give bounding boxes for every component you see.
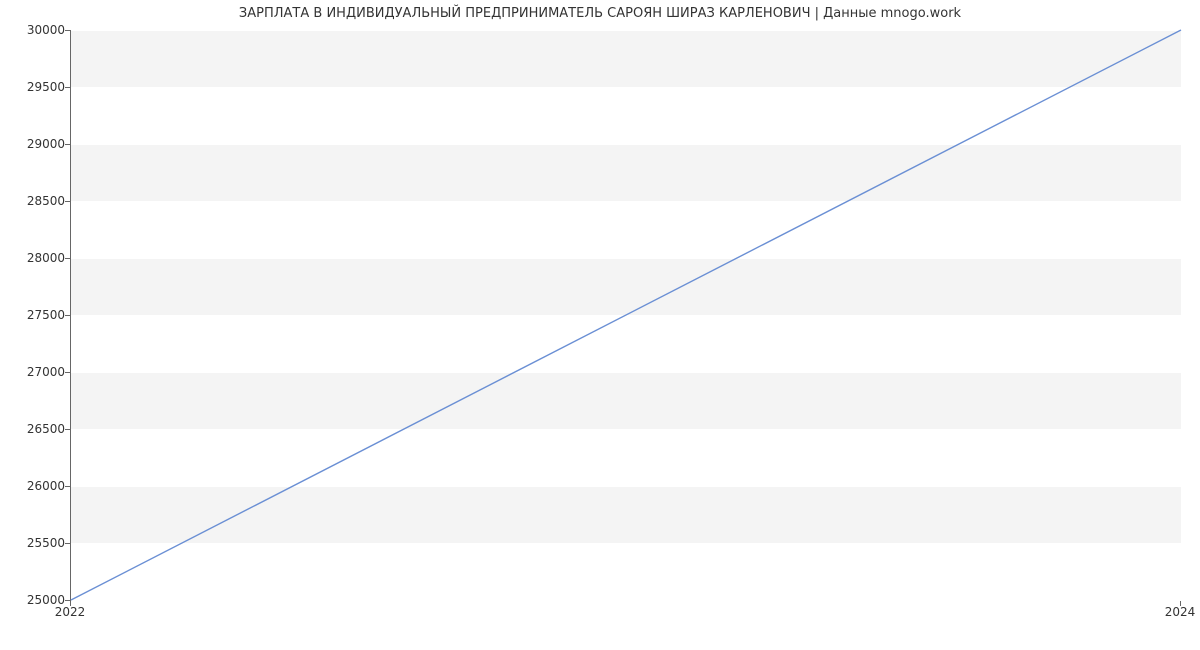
y-tick-label: 29000 xyxy=(5,137,65,151)
y-tick-mark xyxy=(65,258,70,259)
y-tick-label: 28000 xyxy=(5,251,65,265)
salary-line-chart: ЗАРПЛАТА В ИНДИВИДУАЛЬНЫЙ ПРЕДПРИНИМАТЕЛ… xyxy=(0,0,1200,650)
y-tick-mark xyxy=(65,543,70,544)
y-tick-mark xyxy=(65,144,70,145)
chart-line-layer xyxy=(71,30,1181,600)
y-tick-label: 27000 xyxy=(5,365,65,379)
y-tick-mark xyxy=(65,30,70,31)
y-tick-label: 26000 xyxy=(5,479,65,493)
chart-title: ЗАРПЛАТА В ИНДИВИДУАЛЬНЫЙ ПРЕДПРИНИМАТЕЛ… xyxy=(0,6,1200,21)
y-tick-label: 28500 xyxy=(5,194,65,208)
y-tick-label: 26500 xyxy=(5,422,65,436)
y-tick-label: 29500 xyxy=(5,80,65,94)
series-line xyxy=(71,30,1181,600)
y-tick-label: 25500 xyxy=(5,536,65,550)
y-tick-mark xyxy=(65,201,70,202)
y-tick-label: 30000 xyxy=(5,23,65,37)
y-tick-mark xyxy=(65,429,70,430)
x-tick-mark xyxy=(1180,601,1181,606)
x-tick-label: 2022 xyxy=(55,605,86,619)
plot-area xyxy=(70,30,1181,601)
y-tick-mark xyxy=(65,87,70,88)
y-tick-mark xyxy=(65,315,70,316)
y-tick-mark xyxy=(65,372,70,373)
x-tick-mark xyxy=(70,601,71,606)
x-tick-label: 2024 xyxy=(1165,605,1196,619)
y-tick-mark xyxy=(65,486,70,487)
y-tick-label: 27500 xyxy=(5,308,65,322)
